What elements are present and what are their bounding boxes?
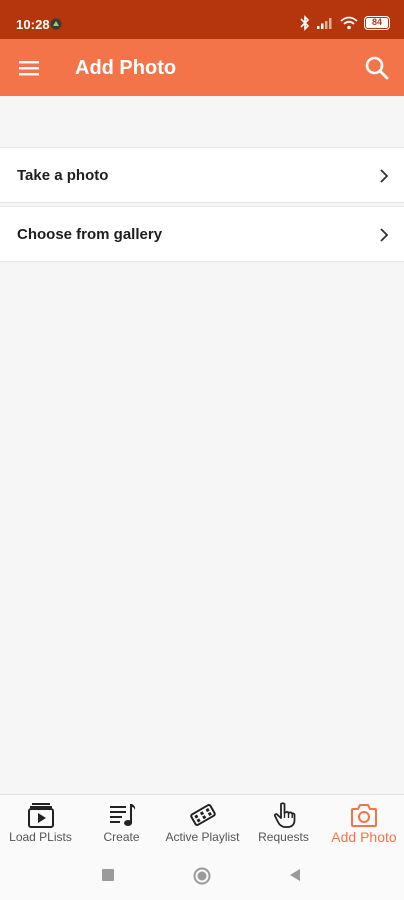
nav-label: Create — [103, 830, 140, 844]
camera-icon — [351, 804, 377, 827]
nav-item-create[interactable]: Create — [81, 795, 162, 853]
nav-label: Active Playlist — [165, 830, 240, 844]
nav-item-load-plists[interactable]: Load PLists — [0, 795, 81, 853]
bluetooth-icon — [300, 15, 310, 31]
chevron-right-icon — [380, 228, 389, 242]
choose-from-gallery-label: Choose from gallery — [17, 226, 163, 243]
home-button-icon[interactable] — [193, 867, 211, 885]
back-button-icon[interactable] — [288, 868, 302, 882]
signal-icon — [317, 18, 332, 29]
nav-label: Add Photo — [331, 829, 397, 845]
film-reel-icon — [189, 804, 216, 826]
battery-icon: 84 — [364, 16, 390, 30]
status-icons: 84 — [300, 14, 390, 32]
status-bar: 10:28 84 — [0, 0, 404, 39]
battery-level: 84 — [366, 18, 388, 28]
take-photo-option[interactable]: Take a photo — [0, 147, 404, 203]
nav-item-add-photo[interactable]: Add Photo — [324, 795, 404, 853]
hamburger-menu-icon[interactable] — [17, 56, 41, 80]
recents-button-icon[interactable] — [101, 868, 115, 882]
app-bar: Add Photo — [0, 39, 404, 96]
nav-item-requests[interactable]: Requests — [243, 795, 324, 853]
chevron-right-icon — [380, 169, 389, 183]
system-navigation-bar — [0, 852, 404, 900]
nav-label: Requests — [258, 830, 309, 844]
playlist-play-icon — [27, 803, 54, 828]
take-photo-label: Take a photo — [17, 167, 109, 184]
page-title: Add Photo — [75, 57, 177, 79]
notification-app-icon — [50, 18, 62, 30]
choose-from-gallery-option[interactable]: Choose from gallery — [0, 206, 404, 262]
status-time: 10:28 — [16, 17, 50, 32]
music-list-icon — [109, 804, 135, 826]
nav-label: Load PLists — [9, 830, 72, 844]
bottom-navigation: Load PLists Create Active Playlist Reque… — [0, 794, 404, 852]
hand-pointer-icon — [273, 802, 295, 828]
wifi-icon — [340, 16, 358, 30]
search-icon[interactable] — [364, 55, 390, 81]
nav-item-active-playlist[interactable]: Active Playlist — [162, 795, 243, 853]
